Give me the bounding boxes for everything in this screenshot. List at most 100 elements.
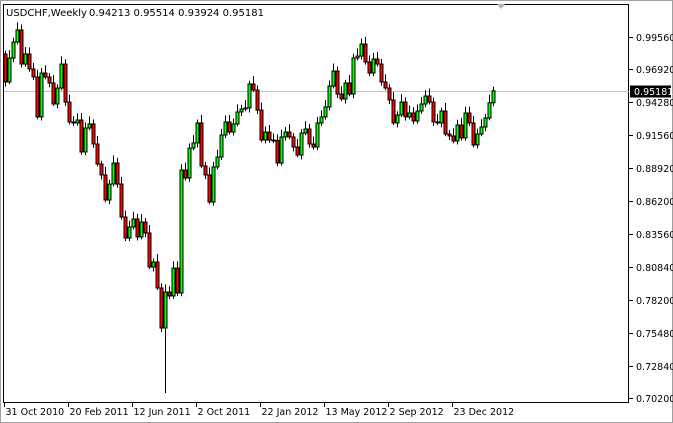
- bull-candle-body: [163, 291, 168, 329]
- bear-candle-body: [155, 261, 160, 289]
- bull-candle-body: [223, 121, 228, 136]
- bull-candle-body: [171, 267, 176, 297]
- plot-area: [3, 4, 629, 403]
- bear-candle-body: [251, 83, 256, 91]
- y-tick-label: 0.72840: [636, 362, 673, 373]
- bull-candle-body: [239, 108, 244, 113]
- candle: [255, 85, 260, 114]
- bull-candle-body: [415, 110, 420, 122]
- candle: [247, 80, 252, 113]
- bull-candle-body: [407, 112, 412, 118]
- bear-candle-body: [115, 162, 120, 185]
- bull-candle-body: [39, 72, 44, 118]
- bull-candle-body: [303, 128, 308, 134]
- bull-candle-body: [371, 58, 376, 74]
- y-tick-label: 0.78200: [636, 296, 673, 307]
- candle: [159, 283, 164, 332]
- bear-candle-body: [295, 146, 300, 156]
- bull-candle-body: [243, 107, 248, 110]
- bear-candle-body: [159, 287, 164, 329]
- candle: [179, 164, 184, 297]
- bull-candle-body: [463, 112, 468, 139]
- y-tick-label: 0.96920: [636, 65, 673, 76]
- x-tick-label: 20 Feb 2011: [70, 407, 129, 418]
- bear-candle-body: [291, 136, 296, 148]
- bull-candle-body: [195, 122, 200, 144]
- bear-candle-body: [143, 221, 148, 234]
- bull-candle-body: [235, 111, 240, 125]
- bull-candle-body: [331, 70, 336, 87]
- bear-candle-body: [287, 131, 292, 138]
- bull-candle-body: [87, 123, 92, 129]
- x-tick-label: 2 Oct 2011: [198, 407, 251, 418]
- bull-candle-body: [139, 221, 144, 238]
- bear-candle-body: [207, 174, 212, 203]
- bull-candle-body: [59, 63, 64, 89]
- chart-window: 0.99560 0.96920 0.94280 0.91560 0.88920 0.862…: [0, 0, 673, 423]
- bear-candle-body: [31, 68, 36, 78]
- bull-candle-body: [215, 156, 220, 168]
- bull-candle-body: [343, 82, 348, 100]
- bull-candle-body: [247, 83, 252, 109]
- bear-candle-body: [147, 232, 152, 268]
- bull-candle-body: [351, 57, 356, 95]
- bull-candle-body: [127, 226, 132, 239]
- bull-candle-body: [131, 218, 136, 228]
- bull-candle-body: [455, 124, 460, 142]
- bull-candle-body: [475, 133, 480, 146]
- bull-candle-body: [319, 116, 324, 124]
- bear-candle-body: [175, 267, 180, 294]
- y-tick-label: 0.75480: [636, 329, 673, 340]
- bear-candle-body: [19, 29, 24, 65]
- candle: [3, 50, 8, 87]
- bull-candle-body: [179, 169, 184, 294]
- bear-candle-body: [391, 99, 396, 124]
- bull-candle-body: [7, 57, 12, 83]
- bear-candle-body: [363, 43, 368, 63]
- bear-candle-body: [435, 121, 440, 124]
- bear-candle-body: [255, 89, 260, 111]
- bear-candle-body: [451, 135, 456, 142]
- price-chart[interactable]: 0.99560 0.96920 0.94280 0.91560 0.88920 0.862…: [0, 0, 673, 423]
- chart-symbol-title: USDCHF,Weekly: [6, 8, 87, 19]
- bear-candle-body: [35, 76, 40, 118]
- bull-candle-body: [15, 29, 20, 43]
- bear-candle-body: [67, 101, 72, 123]
- bear-candle-body: [375, 58, 380, 65]
- bear-candle-body: [271, 139, 276, 142]
- bull-candle-body: [187, 147, 192, 179]
- candle: [19, 24, 24, 68]
- x-tick-label: 13 May 2012: [326, 407, 388, 418]
- candle: [431, 97, 436, 126]
- bear-candle-body: [367, 61, 372, 74]
- candle: [299, 129, 304, 160]
- bear-candle-body: [431, 101, 436, 123]
- bear-candle-body: [347, 82, 352, 95]
- bear-candle-body: [447, 133, 452, 137]
- bull-candle-body: [263, 131, 268, 141]
- bull-candle-body: [327, 85, 332, 108]
- bear-candle-body: [275, 139, 280, 164]
- bear-candle-body: [259, 109, 264, 141]
- bear-candle-body: [307, 128, 312, 145]
- bear-candle-body: [471, 122, 476, 146]
- x-tick-label: 31 Oct 2010: [6, 407, 65, 418]
- bull-candle-body: [355, 55, 360, 59]
- bear-candle-body: [91, 123, 96, 145]
- bear-candle-body: [227, 121, 232, 133]
- bull-candle-body: [323, 106, 328, 118]
- bull-candle-body: [419, 103, 424, 112]
- bear-candle-body: [387, 87, 392, 101]
- candle: [187, 143, 192, 182]
- bear-candle-body: [99, 163, 104, 176]
- bear-candle-body: [459, 124, 464, 139]
- bear-candle-body: [3, 53, 8, 83]
- candle: [199, 114, 204, 169]
- bear-candle-body: [95, 143, 100, 165]
- bull-candle-body: [491, 90, 496, 104]
- bear-candle-body: [311, 143, 316, 148]
- bear-candle-body: [51, 82, 56, 105]
- bear-candle-body: [335, 70, 340, 95]
- bear-candle-body: [383, 81, 388, 89]
- candle: [63, 59, 68, 106]
